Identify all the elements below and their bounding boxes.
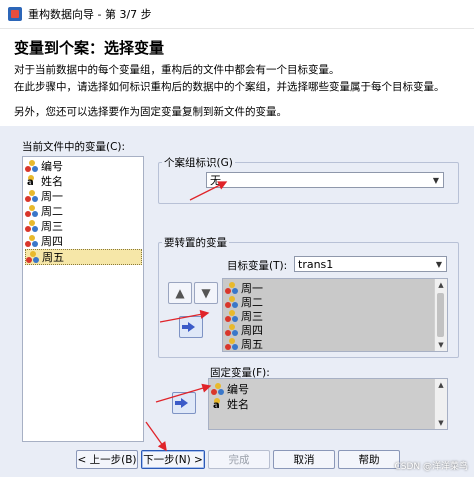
list-item[interactable]: 周三	[225, 309, 266, 323]
variable-name: 周五	[42, 251, 64, 264]
target-variable-label: 目标变量(T):	[227, 260, 288, 272]
description-line-1: 对于当前数据中的每个变量组，重构后的文件中都会有一个目标变量。	[14, 64, 340, 76]
help-button[interactable]: 帮助	[338, 450, 400, 469]
watermark: CSDN @洋洋菜鸟	[394, 462, 468, 472]
list-item[interactable]: a 姓名	[211, 397, 252, 411]
scroll-up-icon[interactable]: ▲	[435, 279, 447, 291]
list-item[interactable]: a 姓名	[25, 174, 66, 188]
description-line-3: 另外，您还可以选择要作为固定变量复制到新文件的变量。	[14, 106, 287, 118]
variable-name: 周三	[41, 220, 63, 233]
chevron-down-icon[interactable]: ▼	[429, 173, 443, 187]
list-item[interactable]: 周四	[225, 323, 266, 337]
list-item[interactable]: 编号	[25, 159, 66, 173]
target-variable-value: trans1	[298, 257, 334, 271]
target-variable-combo[interactable]: trans1 ▼	[294, 256, 447, 272]
current-vars-list[interactable]: 编号 a 姓名 周一 周二 周三 周四 周五	[22, 156, 144, 442]
variable-name: 周一	[41, 190, 63, 203]
list-item[interactable]: 编号	[211, 382, 252, 396]
window-title: 重构数据向导 - 第 3/7 步	[28, 8, 152, 21]
list-item[interactable]: 周四	[25, 234, 66, 248]
scroll-down-icon[interactable]: ▼	[435, 417, 447, 429]
variable-name: 姓名	[41, 175, 63, 188]
current-vars-label: 当前文件中的变量(C):	[22, 141, 126, 153]
scroll-up-icon[interactable]: ▲	[435, 379, 447, 391]
scale-variable-icon	[26, 251, 39, 263]
variable-name: 姓名	[227, 398, 249, 411]
list-item[interactable]: 周五	[225, 337, 266, 351]
wizard-header: 变量到个案：选择变量 对于当前数据中的每个变量组，重构后的文件中都会有一个目标变…	[0, 29, 474, 126]
variable-name: 周四	[41, 235, 63, 248]
title-bar: 重构数据向导 - 第 3/7 步	[0, 0, 474, 29]
next-button[interactable]: 下一步(N) >	[141, 450, 205, 469]
app-icon	[8, 7, 22, 21]
list-item[interactable]: 周一	[25, 189, 66, 203]
transpose-title: 要转置的变量	[162, 235, 229, 250]
scale-variable-icon	[25, 190, 38, 202]
scale-variable-icon	[25, 235, 38, 247]
list-item[interactable]: 周三	[25, 219, 66, 233]
back-button[interactable]: < 上一步(B)	[76, 450, 138, 469]
variable-name: 周五	[241, 338, 263, 351]
arrow-right-icon	[181, 322, 195, 332]
move-to-fixed-button[interactable]	[172, 392, 196, 414]
case-group-value: 无	[210, 174, 221, 187]
step-title: 变量到个案：选择变量	[14, 39, 165, 57]
scale-variable-icon	[225, 310, 238, 322]
fixed-list-content: 编号 a 姓名	[209, 379, 435, 429]
scale-variable-icon	[225, 296, 238, 308]
scale-variable-icon	[25, 205, 38, 217]
move-to-transpose-button[interactable]	[179, 316, 203, 338]
fixed-scrollbar[interactable]: ▲ ▼	[434, 379, 447, 429]
fixed-vars-list[interactable]: 编号 a 姓名 ▲ ▼	[208, 378, 448, 430]
scroll-down-icon[interactable]: ▼	[435, 339, 447, 351]
variable-name: 周二	[41, 205, 63, 218]
case-group-title: 个案组标识(G)	[162, 155, 235, 170]
chevron-down-icon[interactable]: ▼	[432, 257, 446, 271]
move-down-button[interactable]: ▼	[194, 282, 218, 304]
scale-variable-icon	[25, 220, 38, 232]
scale-variable-icon	[25, 160, 38, 172]
list-item-selected[interactable]: 周五	[25, 249, 142, 265]
list-item[interactable]: 周二	[225, 295, 266, 309]
string-variable-icon: a	[213, 398, 220, 411]
arrow-up-icon: ▲	[175, 286, 185, 300]
scale-variable-icon	[225, 324, 238, 336]
arrow-down-icon: ▼	[201, 286, 211, 300]
string-variable-icon: a	[27, 175, 34, 188]
transpose-list[interactable]: 周一 周二 周三 周四 周五 ▲ ▼	[222, 278, 448, 352]
scroll-thumb[interactable]	[437, 293, 444, 337]
transpose-list-content: 周一 周二 周三 周四 周五	[223, 279, 435, 351]
case-group-combo[interactable]: 无 ▼	[206, 172, 444, 188]
description-line-2: 在此步骤中，请选择如何标识重构后的数据中的个案组，并选择哪些变量属于每个目标变量…	[14, 81, 445, 93]
finish-button[interactable]: 完成	[208, 450, 270, 469]
scale-variable-icon	[211, 383, 224, 395]
cancel-button[interactable]: 取消	[273, 450, 335, 469]
scale-variable-icon	[225, 282, 238, 294]
variable-name: 编号	[227, 383, 249, 396]
move-up-button[interactable]: ▲	[168, 282, 192, 304]
list-item[interactable]: 周一	[225, 281, 266, 295]
scale-variable-icon	[225, 338, 238, 350]
arrow-right-icon	[174, 398, 188, 408]
transpose-scrollbar[interactable]: ▲ ▼	[434, 279, 447, 351]
list-item[interactable]: 周二	[25, 204, 66, 218]
variable-name: 编号	[41, 160, 63, 173]
